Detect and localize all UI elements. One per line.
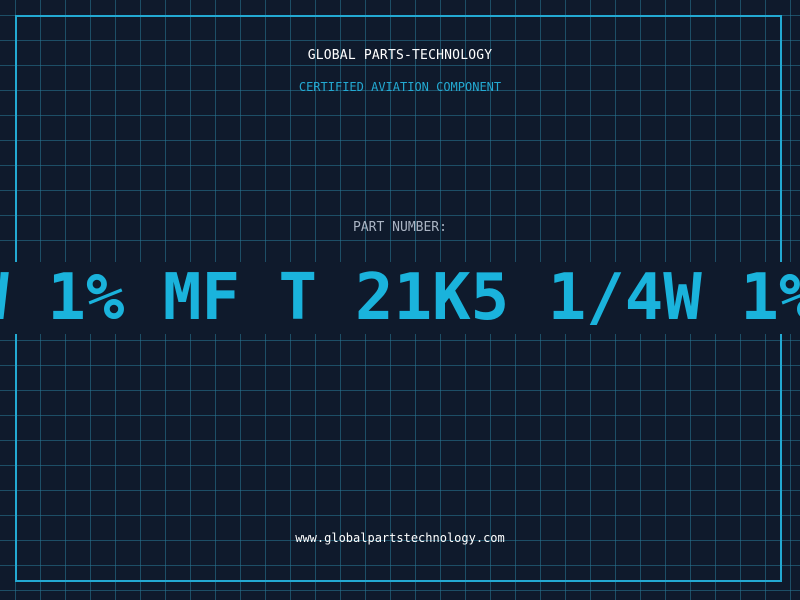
certification-subtitle: CERTIFIED AVIATION COMPONENT [298,80,502,94]
part-number-band: 21K5 1/4W 1% MF T21K5 1/4W 1% MF T21K5 1… [0,262,800,334]
part-number-text-repeat: 21K5 1/4W 1% MF T [355,262,800,334]
part-number-text: 21K5 1/4W 1% MF T [0,262,318,334]
display-panel: GLOBAL PARTS-TECHNOLOGY CERTIFIED AVIATI… [0,0,800,600]
part-number-label: PART NUMBER: [353,220,447,235]
brand-title: GLOBAL PARTS-TECHNOLOGY [307,48,493,63]
part-number-marquee: 21K5 1/4W 1% MF T21K5 1/4W 1% MF T21K5 1… [0,262,800,334]
website-url: www.globalpartstechnology.com [295,531,505,545]
